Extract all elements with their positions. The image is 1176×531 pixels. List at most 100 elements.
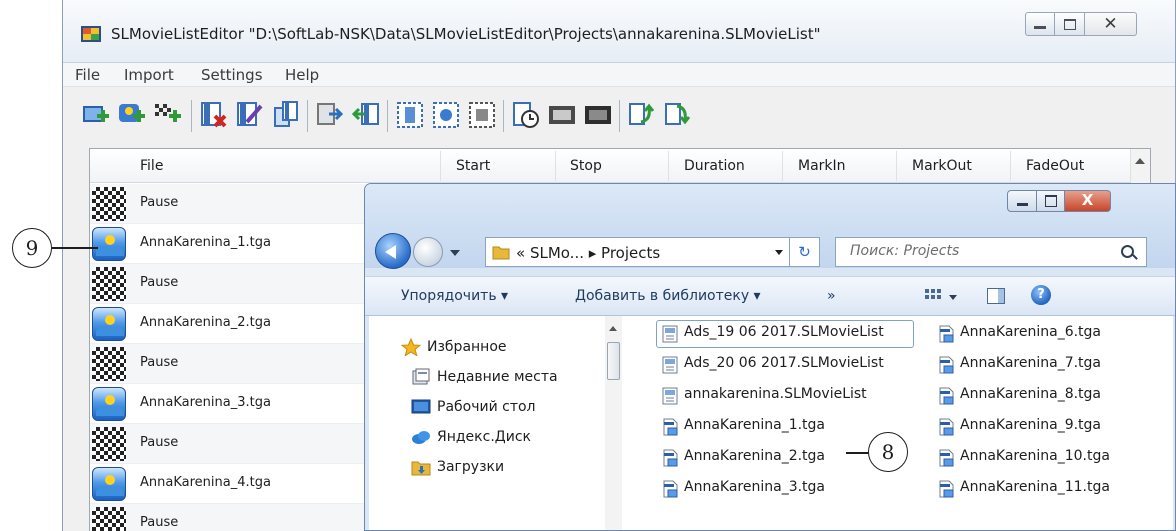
column-duration[interactable]: Duration [684,158,745,174]
tga-file-icon [663,480,678,498]
column-start[interactable]: Start [456,158,490,174]
nav-item-label[interactable]: Рабочий стол [437,399,536,415]
column-file[interactable]: File [140,158,163,174]
nav-item-label[interactable]: Недавние места [437,369,558,385]
address-bar[interactable]: « SLMo... ▸ Projects [485,237,790,267]
grid-header: File Start Stop Duration MarkIn MarkOut … [90,149,1130,183]
menu-settings[interactable]: Settings [201,66,263,84]
move-down-icon[interactable] [663,100,693,130]
row-file-label: AnnaKarenina_1.tga [140,235,271,250]
help-icon[interactable]: ? [1031,285,1051,305]
file-item[interactable]: AnnaKarenina_7.tga [960,355,1101,371]
forward-button[interactable] [413,237,443,267]
import-icon[interactable] [351,100,381,130]
dialog-maximize-button[interactable] [1037,190,1065,212]
export-icon[interactable] [315,100,345,130]
edit-icon[interactable] [235,100,265,130]
file-item[interactable]: AnnaKarenina_3.tga [684,479,825,495]
column-fadeout[interactable]: FadeOut [1026,158,1084,174]
menu-import[interactable]: Import [124,66,174,84]
nav-item-label[interactable]: Избранное [427,339,507,355]
copy-icon[interactable] [271,100,301,130]
dialog-minimize-button[interactable] [1007,190,1037,212]
move-up-icon[interactable] [627,100,657,130]
file-item[interactable]: AnnaKarenina_6.tga [960,324,1101,340]
file-item[interactable]: Ads_20 06 2017.SLMovieList [684,355,884,371]
row-file-label: Pause [140,515,179,530]
filmstrip-icon[interactable] [547,100,577,130]
file-item[interactable]: Ads_19 06 2017.SLMovieList [684,324,884,340]
address-dropdown-icon[interactable] [775,250,783,255]
dialog-title-bar[interactable]: X « SLMo... ▸ Projects ↻ [365,184,1175,269]
file-item[interactable]: annakarenina.SLMovieList [684,386,867,402]
add-pause-icon[interactable] [153,100,183,130]
dialog-close-button[interactable]: X [1065,190,1111,212]
column-stop[interactable]: Stop [570,158,602,174]
navigation-scrollbar[interactable] [605,316,622,530]
menu-help[interactable]: Help [285,66,319,84]
refresh-icon: ↻ [798,243,811,261]
toolbar-separator [503,100,504,132]
nav-item-label[interactable]: Загрузки [437,459,504,475]
movielist-file-icon [662,325,678,343]
search-icon[interactable] [1121,245,1134,258]
callout-8: 8 [868,432,908,472]
tga-file-icon [939,325,954,343]
tga-file-icon [939,480,954,498]
refresh-button[interactable]: ↻ [790,237,820,267]
pause-thumbnail-icon [92,507,126,531]
search-input[interactable] [850,243,1100,259]
app-filmstrip-icon [81,26,101,42]
nav-item-label[interactable]: Яндекс.Диск [437,429,531,445]
clear-marks-icon[interactable] [467,100,497,130]
title-bar[interactable]: SLMovieListEditor "D:\SoftLab-NSK\Data\S… [63,0,1175,63]
file-item[interactable]: AnnaKarenina_10.tga [960,448,1110,464]
column-markin[interactable]: MarkIn [798,158,846,174]
close-icon: X [1081,191,1094,209]
scrollbar-thumb[interactable] [607,342,620,380]
add-to-library-button[interactable]: Добавить в библиотеку ▾ [575,288,761,304]
history-dropdown-icon[interactable] [450,250,460,256]
maximize-button[interactable] [1055,12,1085,36]
column-divider [1010,151,1011,181]
window-title: SLMovieListEditor "D:\SoftLab-NSK\Data\S… [111,25,821,43]
image-thumbnail-icon [92,387,126,421]
close-button[interactable]: ✕ [1085,12,1137,36]
toolbar-separator [191,100,192,132]
mark-in-icon[interactable] [395,100,425,130]
file-item[interactable]: AnnaKarenina_1.tga [684,417,825,433]
mark-out-icon[interactable] [431,100,461,130]
duration-icon[interactable] [511,100,541,130]
search-box[interactable] [835,237,1147,267]
file-item[interactable]: AnnaKarenina_2.tga [684,448,825,464]
organize-button[interactable]: Упорядочить ▾ [401,288,508,304]
delete-icon[interactable] [199,100,229,130]
filmstrip-dark-icon[interactable] [583,100,613,130]
column-markout[interactable]: MarkOut [912,158,972,174]
file-item[interactable]: AnnaKarenina_11.tga [960,479,1110,495]
pause-thumbnail-icon [92,347,126,381]
tga-file-icon [663,418,678,436]
add-clips-icon[interactable] [81,100,111,130]
movielist-file-icon [662,387,678,405]
command-bar: Упорядочить ▾ Добавить в библиотеку ▾ » … [365,276,1175,316]
cloud-icon [412,431,430,444]
file-item[interactable]: AnnaKarenina_9.tga [960,417,1101,433]
navigation-pane: Избранное Недавние места Рабочий стол Яндек… [369,316,622,530]
row-file-label: AnnaKarenina_4.tga [140,475,271,490]
menu-file[interactable]: File [75,66,100,84]
more-commands-button[interactable]: » [827,288,836,304]
file-item[interactable]: AnnaKarenina_8.tga [960,386,1101,402]
row-file-label: Pause [140,195,179,210]
view-dropdown-icon[interactable] [949,295,957,300]
back-button[interactable] [375,233,411,269]
minimize-button[interactable] [1025,12,1055,36]
scroll-up-arrow-icon[interactable] [1135,158,1145,164]
pause-thumbnail-icon [92,187,126,221]
scroll-up-arrow-icon[interactable] [609,326,617,331]
toolbar-separator [387,100,388,132]
view-options-icon[interactable] [925,289,941,303]
preview-pane-icon[interactable] [987,288,1005,304]
add-image-icon[interactable] [117,100,147,130]
close-icon: ✕ [1103,14,1118,34]
